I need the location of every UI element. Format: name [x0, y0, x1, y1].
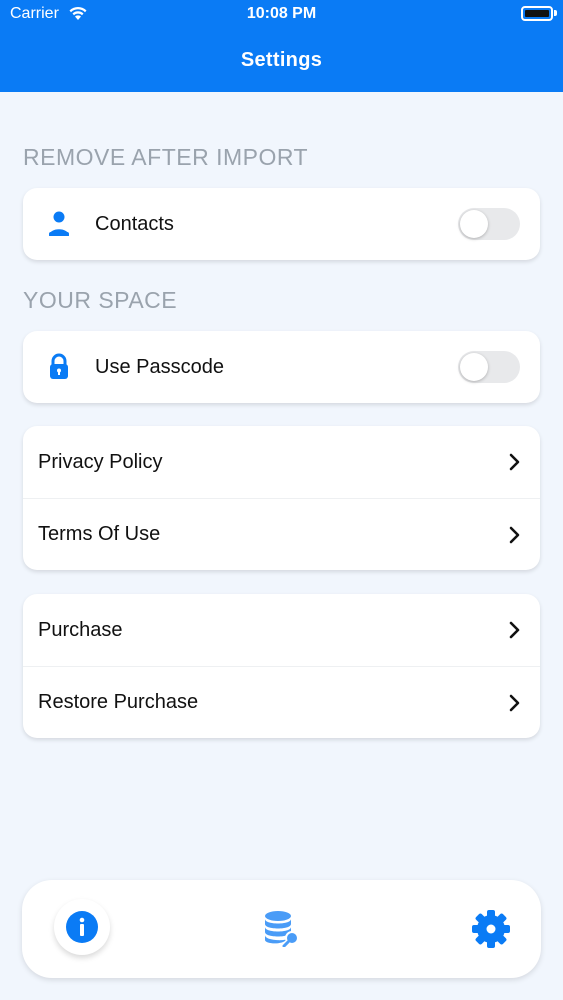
navigation-header: Carrier 10:08 PM Settings	[0, 0, 563, 92]
purchase-label: Purchase	[38, 618, 123, 641]
page-title: Settings	[240, 49, 323, 71]
passcode-toggle[interactable]	[458, 351, 520, 383]
tab-bar	[22, 880, 541, 978]
info-icon	[66, 911, 98, 943]
chevron-right-icon	[509, 621, 520, 639]
database-icon[interactable]	[262, 909, 300, 947]
purchase-row[interactable]: Purchase	[23, 594, 540, 666]
chevron-right-icon	[509, 526, 520, 544]
status-bar: Carrier 10:08 PM	[0, 0, 563, 30]
contacts-toggle[interactable]	[458, 208, 520, 240]
tab-info[interactable]	[54, 899, 110, 955]
toggle-knob	[460, 353, 488, 381]
person-icon	[49, 211, 69, 236]
privacy-policy-row[interactable]: Privacy Policy	[23, 426, 540, 498]
battery-cap	[554, 10, 557, 16]
battery-icon	[521, 6, 553, 21]
chevron-right-icon	[509, 694, 520, 712]
purchases-card: Purchase Restore Purchase	[23, 594, 540, 738]
chevron-right-icon	[509, 453, 520, 471]
contacts-card: Contacts	[23, 188, 540, 260]
terms-of-use-label: Terms Of Use	[38, 523, 161, 545]
contacts-label: Contacts	[95, 212, 174, 235]
section-title-remove-after-import: REMOVE AFTER IMPORT	[23, 144, 309, 170]
lock-icon	[50, 353, 68, 379]
passcode-row: Use Passcode	[23, 331, 540, 403]
toggle-knob	[460, 210, 488, 238]
restore-purchase-label: Restore Purchase	[38, 691, 199, 713]
privacy-policy-label: Privacy Policy	[38, 450, 163, 473]
gear-icon[interactable]	[471, 909, 511, 949]
terms-of-use-row[interactable]: Terms Of Use	[23, 498, 540, 570]
section-title-your-space: YOUR SPACE	[23, 287, 178, 313]
passcode-card: Use Passcode	[23, 331, 540, 403]
restore-purchase-row[interactable]: Restore Purchase	[23, 666, 540, 738]
status-time: 10:08 PM	[246, 5, 317, 22]
contacts-row: Contacts	[23, 188, 540, 260]
passcode-label: Use Passcode	[95, 355, 224, 378]
links-card: Privacy Policy Terms Of Use	[23, 426, 540, 570]
